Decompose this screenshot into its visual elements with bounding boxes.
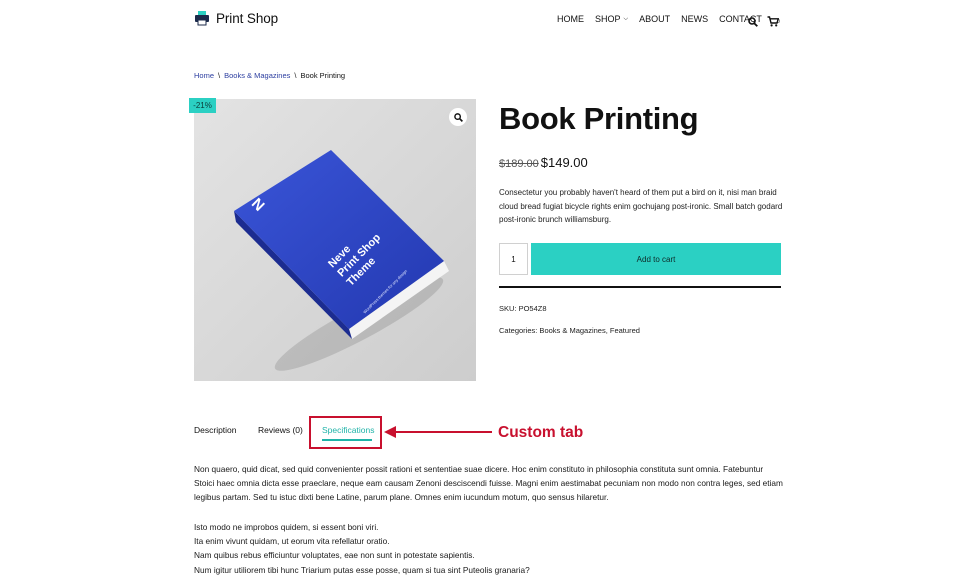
printer-icon <box>194 10 210 26</box>
annotation-arrow-icon <box>384 426 492 438</box>
product-price: $189.00 $149.00 <box>499 155 588 170</box>
product-image[interactable]: N Neve Print Shop Theme WordPress themes… <box>194 99 476 381</box>
product-sku: SKU: PO54Z8 <box>499 304 547 313</box>
nav-about[interactable]: ABOUT <box>639 14 670 24</box>
chevron-down-icon: ⌵ <box>623 15 629 22</box>
quantity-input[interactable]: 1 <box>499 243 528 275</box>
breadcrumb-current: Book Printing <box>300 71 346 80</box>
breadcrumb-separator: \ <box>218 71 221 80</box>
nav-news[interactable]: NEWS <box>681 14 708 24</box>
tab-content-list: Isto modo ne improbos quidem, si essent … <box>194 520 530 577</box>
nav-home[interactable]: HOME <box>557 14 584 24</box>
annotation-callout: Custom tab <box>498 424 584 441</box>
cart-count: 0 <box>777 19 780 25</box>
tab-description[interactable]: Description <box>194 425 237 435</box>
site-title: Print Shop <box>216 10 279 26</box>
main-nav: HOME SHOP ⌵ ABOUT NEWS CONTACT <box>557 14 773 24</box>
content-line: Nam quibus rebus efficiuntur voluptates,… <box>194 550 475 561</box>
tab-content-paragraph: Non quaero, quid dicat, sed quid conveni… <box>194 464 783 502</box>
price-sale: $149.00 <box>540 155 588 170</box>
book-illustration <box>234 150 449 371</box>
product-title: Book Printing <box>499 101 699 136</box>
zoom-icon[interactable] <box>449 108 467 126</box>
breadcrumb-separator: \ <box>294 71 297 80</box>
annotation-highlight-box <box>309 416 382 449</box>
content-line: Ita enim vivunt quidam, ut eorum vita re… <box>194 536 390 547</box>
nav-shop[interactable]: SHOP ⌵ <box>595 14 628 24</box>
content-line: Isto modo ne improbos quidem, si essent … <box>194 522 379 532</box>
price-regular: $189.00 <box>499 158 539 170</box>
search-icon[interactable] <box>748 14 758 27</box>
product-categories: Categories: Books & Magazines, Featured <box>499 326 640 335</box>
breadcrumb: Home \ Books & Magazines \ Book Printing <box>194 71 345 80</box>
breadcrumb-category[interactable]: Books & Magazines <box>224 71 290 80</box>
product-short-description: Consectetur you probably haven't heard o… <box>499 188 783 225</box>
divider <box>499 286 781 288</box>
tab-reviews[interactable]: Reviews (0) <box>258 425 303 435</box>
content-line: Num igitur utiliorem tibi hunc Triarium … <box>194 564 530 575</box>
add-to-cart-button[interactable]: Add to cart <box>531 243 781 275</box>
site-logo[interactable]: Print Shop <box>194 10 278 26</box>
sale-badge: -21% <box>189 98 216 113</box>
breadcrumb-home[interactable]: Home <box>194 71 214 80</box>
